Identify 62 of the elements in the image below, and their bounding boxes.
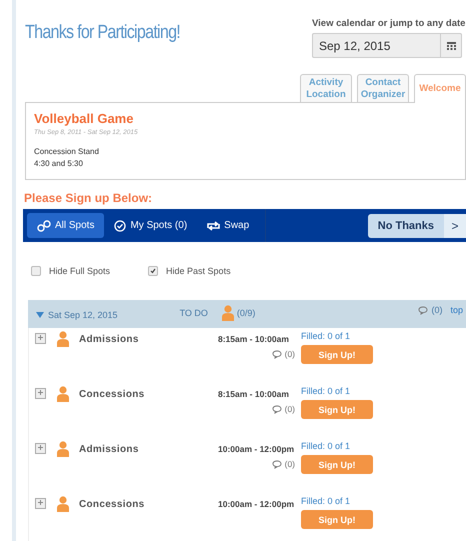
comment-icon [272,350,282,358]
page-title: Thanks for Participating! [25,22,180,45]
toolbar-button[interactable]: Swap [197,213,260,238]
filled-status: Filled: 0 of 1 [301,386,352,396]
next-button[interactable]: > [444,214,466,238]
comment-count: (0) [431,305,442,315]
person-icon [222,305,234,321]
plus-icon [38,500,43,505]
caret-icon[interactable] [36,312,44,318]
sign-up-button[interactable]: Sign Up! [301,345,373,364]
slot-name: Concessions [79,499,146,512]
todo-label: TO DO [180,308,208,318]
plus-icon [38,335,43,340]
no-thanks-button[interactable]: No Thanks [368,220,444,232]
checkbox-label: Hide Full Spots [49,266,110,276]
toolbar-button[interactable]: My Spots (0) [104,213,198,238]
slot-time: 8:15am - 10:00am [218,333,290,346]
person-icon [57,441,69,457]
sign-up-button[interactable]: Sign Up! [301,400,373,419]
filled-status: Filled: 0 of 1 [301,496,352,506]
swap-icon [207,220,220,230]
toolbar-button[interactable]: All Spots [27,213,104,238]
plus-icon [38,390,43,395]
comment-count: (0) [284,459,295,469]
comment-count: (0) [284,404,295,414]
checkbox-label: Hide Past Spots [166,266,231,276]
link-icon [37,220,51,232]
sign-up-button[interactable]: Sign Up! [301,510,373,529]
event-description: Concession Stand [34,146,100,158]
person-icon [57,331,69,347]
checkbox[interactable] [148,266,158,276]
slot-time: 10:00am - 12:00pm [218,498,295,511]
person-icon [57,496,69,512]
plus-icon [38,445,43,450]
filled-status: Filled: 0 of 1 [301,441,352,451]
expand-button[interactable] [35,388,46,399]
sign-up-button[interactable]: Sign Up! [301,455,373,474]
tab[interactable]: Contact Organizer [357,74,409,102]
slot-name: Concessions [79,389,146,402]
tab[interactable]: Activity Location [300,74,352,102]
person-icon [57,386,69,402]
comment-count: (0) [284,349,295,359]
todo-count: (0/9) [236,308,256,318]
expand-button[interactable] [35,333,46,344]
filled-status: Filled: 0 of 1 [301,331,352,341]
comment-icon [418,306,428,314]
event-description: 4:30 and 5:30 [34,158,84,170]
slot-time: 8:15am - 10:00am [218,388,290,401]
top-link[interactable]: top [450,305,463,315]
slot-time: 10:00am - 12:00pm [218,443,295,456]
checkbox[interactable] [31,266,41,276]
comment-icon [272,404,282,414]
check-circle-icon [114,220,126,232]
expand-button[interactable] [35,443,46,454]
event-title: Volleyball Game [34,111,134,126]
slot-name: Admissions [79,444,140,457]
slot-name: Admissions [79,334,140,347]
day-date: Sat Sep 12, 2015 [48,310,118,320]
expand-button[interactable] [35,498,46,509]
tab[interactable]: Welcome [414,74,466,103]
comment-icon [272,460,282,468]
signup-heading: Please Sign up Below: [24,191,154,205]
